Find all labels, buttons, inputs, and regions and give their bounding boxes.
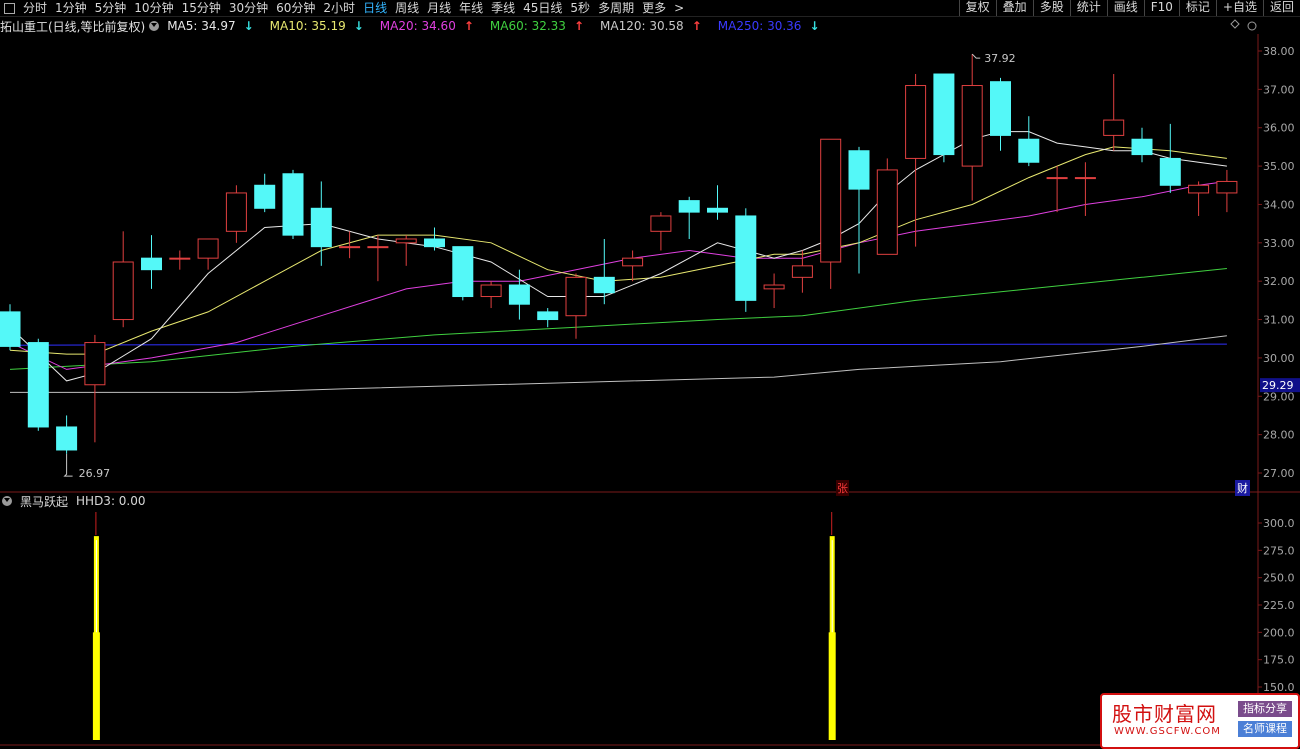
candle-body[interactable]: [1131, 138, 1153, 156]
indicator-tick-label: 175.0: [1263, 654, 1295, 667]
candle-body[interactable]: [0, 311, 21, 347]
candle-body[interactable]: [990, 81, 1011, 136]
candle-body[interactable]: [565, 276, 587, 317]
candle-body[interactable]: [933, 73, 955, 156]
ma60-line: [9, 268, 1227, 370]
current-price-label: 29.29: [1262, 379, 1294, 392]
candle-body[interactable]: [735, 215, 757, 301]
ma10-line: [9, 146, 1227, 355]
candle-body[interactable]: [310, 207, 332, 248]
candle-body[interactable]: [905, 85, 927, 159]
candle-body[interactable]: [763, 284, 785, 290]
candle-body[interactable]: [254, 184, 276, 209]
candle-body[interactable]: [1074, 177, 1096, 180]
candle-body[interactable]: [820, 138, 842, 263]
candle-body[interactable]: [876, 169, 898, 255]
indicator-tick-label: 250.0: [1263, 572, 1295, 585]
candle-body[interactable]: [141, 257, 162, 271]
candle-body[interactable]: [707, 207, 728, 213]
candle-body[interactable]: [593, 276, 615, 294]
candle-body[interactable]: [452, 246, 474, 298]
candle-body[interactable]: [1046, 177, 1068, 180]
diamond-icon[interactable]: [1230, 19, 1240, 29]
candle-body[interactable]: [791, 265, 813, 278]
low-price-label: 26.97: [79, 467, 111, 480]
candle-body[interactable]: [84, 342, 106, 386]
indicator-legend: 黑马跃起 HHD3: 0.00: [0, 494, 154, 509]
indicator-tick-label: 200.0: [1263, 626, 1295, 639]
indicator-signal-highlight: [95, 540, 97, 633]
price-tick-label: 34.00: [1263, 198, 1295, 211]
candle-body[interactable]: [537, 311, 559, 321]
candle-body[interactable]: [27, 342, 49, 428]
ma5-line: [9, 131, 1227, 382]
price-tick-label: 35.00: [1263, 160, 1295, 173]
price-tick-label: 36.00: [1263, 122, 1295, 135]
candle-body[interactable]: [480, 284, 502, 298]
ma20-line: [9, 180, 1227, 370]
candle-body[interactable]: [197, 238, 219, 259]
low-marker-line: [63, 453, 73, 477]
kline-chart[interactable]: 38.00 37.00 36.00 35.00 34.00 33.00 32.00 31.00…: [0, 0, 1300, 748]
candle-body[interactable]: [1018, 138, 1040, 163]
candle-body[interactable]: [622, 257, 644, 267]
candle-body[interactable]: [848, 150, 870, 190]
price-tick-label: 37.00: [1263, 83, 1295, 96]
price-tick-label: 28.00: [1263, 429, 1295, 442]
candle-body[interactable]: [282, 173, 304, 236]
price-tick-label: 38.00: [1263, 45, 1295, 58]
indicator-value: HHD3: 0.00: [76, 494, 146, 508]
candle-body[interactable]: [367, 246, 389, 249]
indicator-signal-base: [92, 632, 100, 740]
candle-body[interactable]: [1188, 184, 1210, 194]
candle-body[interactable]: [56, 426, 78, 451]
candle-body[interactable]: [508, 284, 530, 305]
indicator-signal-highlight: [831, 540, 833, 633]
candle-body[interactable]: [395, 238, 417, 244]
candle-body[interactable]: [1103, 119, 1125, 136]
price-tick-label: 30.00: [1263, 352, 1295, 365]
watermark-url: WWW.GSCFW.COM: [1114, 726, 1221, 737]
watermark-title: 股市财富网: [1112, 702, 1217, 726]
indicator-tick-label: 275.0: [1263, 544, 1295, 557]
ma250-line: [9, 343, 1227, 346]
limit-up-tag[interactable]: 张: [836, 480, 849, 496]
candle-body[interactable]: [112, 261, 134, 321]
price-tick-label: 31.00: [1263, 314, 1295, 327]
candle-body[interactable]: [169, 257, 191, 260]
candle-body[interactable]: [1216, 180, 1238, 194]
settings-circle-icon[interactable]: [1247, 21, 1257, 31]
price-tick-label: 33.00: [1263, 237, 1295, 250]
indicator-dropdown-icon[interactable]: [2, 496, 12, 506]
candle-body[interactable]: [1159, 157, 1181, 186]
watermark-logo: 股市财富网 WWW.GSCFW.COM 指标分享 名师课程: [1100, 693, 1300, 749]
candle-body[interactable]: [424, 238, 445, 248]
finance-tag[interactable]: 财: [1235, 480, 1250, 496]
price-tick-label: 29.00: [1263, 390, 1295, 403]
high-marker-line: [971, 53, 981, 59]
indicator-signal-base: [828, 632, 836, 740]
candle-body[interactable]: [961, 85, 983, 167]
high-price-label: 37.92: [984, 52, 1016, 65]
indicator-tick-label: 300.0: [1263, 517, 1295, 530]
candle-body[interactable]: [225, 192, 247, 232]
candle-body[interactable]: [650, 215, 672, 232]
watermark-button-course[interactable]: 名师课程: [1238, 721, 1292, 737]
indicator-tick-label: 225.0: [1263, 599, 1295, 612]
indicator-name: 黑马跃起: [20, 494, 69, 509]
price-tick-label: 32.00: [1263, 275, 1295, 288]
candle-body[interactable]: [678, 200, 700, 213]
watermark-button-indicator-share[interactable]: 指标分享: [1238, 701, 1292, 717]
candle-body[interactable]: [339, 246, 361, 249]
price-tick-label: 27.00: [1263, 467, 1295, 480]
